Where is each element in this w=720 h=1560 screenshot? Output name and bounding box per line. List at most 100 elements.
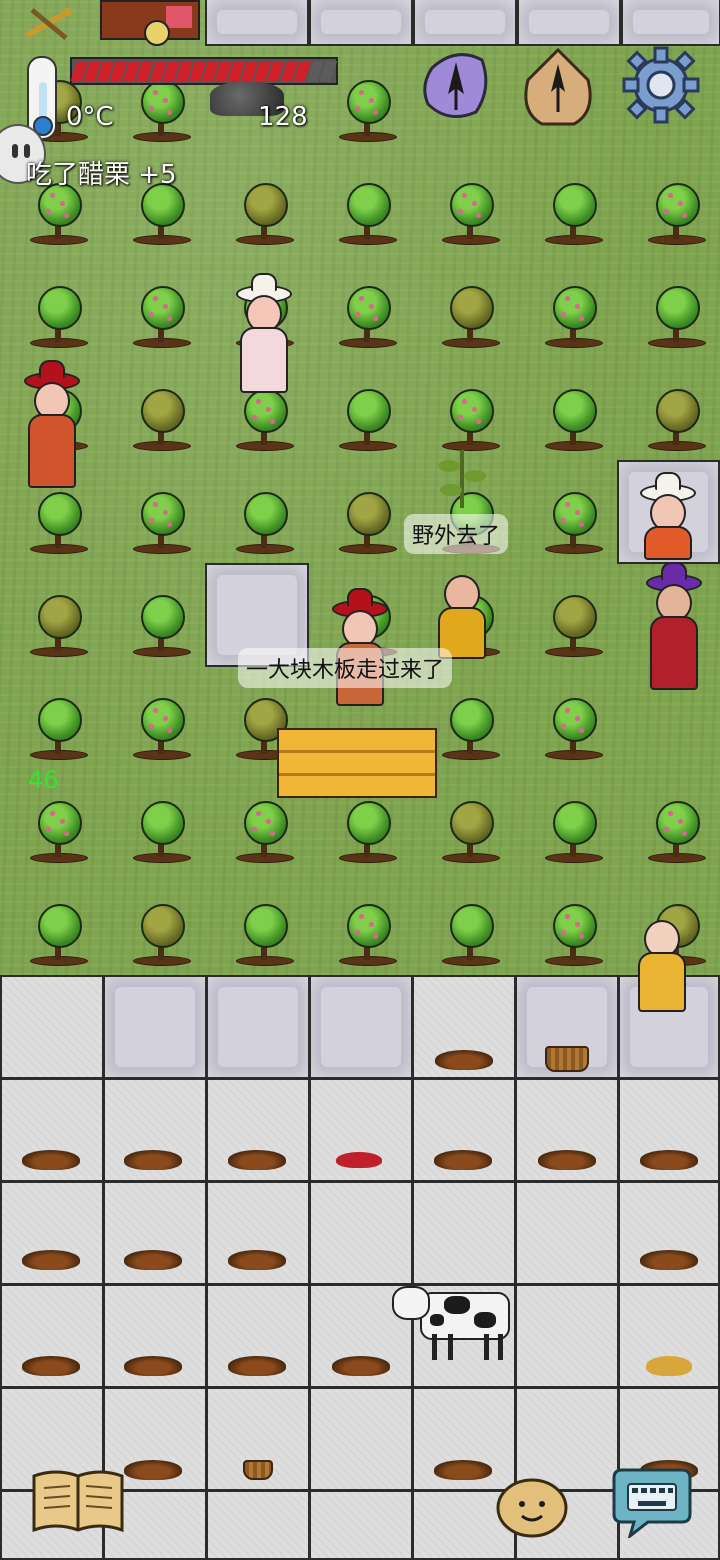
gooseberry-bush[interactable] (541, 183, 603, 253)
stone-floor-tile[interactable] (621, 0, 720, 46)
compost-pile[interactable] (640, 1250, 698, 1270)
keyboard-chat-icon[interactable] (608, 1468, 692, 1541)
gooseberry-bush[interactable] (129, 389, 191, 459)
basket[interactable] (243, 1460, 273, 1480)
gooseberry-bush[interactable] (26, 492, 88, 562)
compost-pile[interactable] (435, 1050, 493, 1070)
gooseberry-bush[interactable] (541, 904, 603, 974)
floor-tile[interactable] (515, 1181, 619, 1285)
gooseberry-bush[interactable] (26, 801, 88, 871)
villager-white-hat[interactable] (232, 273, 292, 395)
gooseberry-bush[interactable] (541, 389, 603, 459)
gooseberry-bush[interactable] (26, 595, 88, 665)
gooseberry-bush[interactable] (129, 286, 191, 356)
emote-face-icon[interactable] (494, 1474, 570, 1538)
floor-tile[interactable] (412, 1181, 516, 1285)
gooseberry-bush[interactable] (129, 492, 191, 562)
gooseberry-bush[interactable] (129, 183, 191, 253)
gooseberry-bush[interactable] (26, 286, 88, 356)
gooseberry-bush[interactable] (541, 698, 603, 768)
gooseberry-bush[interactable] (232, 801, 294, 871)
straw-hat[interactable] (646, 1356, 692, 1376)
compost-pile[interactable] (228, 1150, 286, 1170)
gooseberry-bush[interactable] (438, 698, 500, 768)
villager-purple-hat[interactable] (642, 562, 702, 704)
floor-tile[interactable] (515, 1284, 619, 1388)
gooseberry-bush[interactable] (438, 904, 500, 974)
compass-north-icon[interactable] (418, 48, 494, 124)
compost-pile[interactable] (124, 1250, 182, 1270)
villager-white-hat-2[interactable] (636, 472, 696, 564)
gooseberry-bush[interactable] (335, 801, 397, 871)
compost-pile[interactable] (640, 1150, 698, 1170)
floor-tile[interactable] (309, 1490, 413, 1560)
stone-floor-tile[interactable] (517, 0, 621, 46)
stone-floor-tile[interactable] (413, 0, 517, 46)
floor-tile[interactable] (206, 975, 310, 1079)
floor-tile[interactable] (309, 1387, 413, 1491)
gooseberry-bush[interactable] (644, 183, 706, 253)
game-world[interactable]: 野外去了 一大块木板走过来了 (0, 0, 720, 1560)
gooseberry-bush[interactable] (438, 286, 500, 356)
gooseberry-bush[interactable] (335, 389, 397, 459)
floor-tile[interactable] (103, 975, 207, 1079)
compost-pile[interactable] (124, 1460, 182, 1480)
gooseberry-bush[interactable] (129, 904, 191, 974)
compost-pile[interactable] (22, 1150, 80, 1170)
stone-floor-tile[interactable] (309, 0, 413, 46)
floor-tile[interactable] (309, 975, 413, 1079)
compost-pile[interactable] (228, 1250, 286, 1270)
gooseberry-bush[interactable] (438, 801, 500, 871)
crossed-tools-icon[interactable] (22, 6, 74, 42)
home-direction-icon[interactable] (518, 46, 598, 128)
gooseberry-bush[interactable] (541, 801, 603, 871)
gooseberry-bush[interactable] (541, 492, 603, 562)
compost-pile[interactable] (124, 1150, 182, 1170)
gooseberry-bush[interactable] (232, 904, 294, 974)
gooseberry-bush[interactable] (644, 286, 706, 356)
compost-pile[interactable] (434, 1460, 492, 1480)
gooseberry-bush[interactable] (438, 183, 500, 253)
red-berries-pile[interactable] (336, 1152, 382, 1168)
floor-tile[interactable] (206, 1490, 310, 1560)
gooseberry-bush[interactable] (644, 801, 706, 871)
gooseberry-bush[interactable] (26, 183, 88, 253)
recipe-book-icon[interactable] (30, 1466, 126, 1536)
gooseberry-bush[interactable] (129, 80, 191, 150)
gooseberry-bush[interactable] (335, 183, 397, 253)
compost-pile[interactable] (434, 1150, 492, 1170)
floor-tile[interactable] (0, 975, 104, 1079)
gooseberry-bush[interactable] (129, 801, 191, 871)
compost-pile[interactable] (124, 1356, 182, 1376)
gooseberry-bush[interactable] (335, 904, 397, 974)
gooseberry-bush[interactable] (26, 904, 88, 974)
floor-tile[interactable] (309, 1181, 413, 1285)
gooseberry-sprout[interactable] (430, 450, 496, 510)
wooden-board[interactable] (277, 728, 437, 798)
gooseberry-bush[interactable] (232, 183, 294, 253)
compost-pile[interactable] (22, 1250, 80, 1270)
stone-floor-tile[interactable] (205, 0, 309, 46)
gooseberry-bush[interactable] (129, 698, 191, 768)
compost-pile[interactable] (228, 1356, 286, 1376)
gooseberry-bush[interactable] (232, 492, 294, 562)
compost-pile[interactable] (332, 1356, 390, 1376)
gooseberry-bush[interactable] (438, 389, 500, 459)
gooseberry-bush[interactable] (232, 389, 294, 459)
compost-pile[interactable] (538, 1150, 596, 1170)
gooseberry-bush[interactable] (335, 80, 397, 150)
basket[interactable] (545, 1046, 589, 1072)
gooseberry-bush[interactable] (541, 595, 603, 665)
gooseberry-bush[interactable] (335, 286, 397, 356)
gooseberry-bush[interactable] (644, 389, 706, 459)
gooseberry-bush[interactable] (129, 595, 191, 665)
compost-pile[interactable] (22, 1356, 80, 1376)
cow[interactable] (392, 1284, 512, 1364)
gear-icon[interactable] (622, 46, 700, 124)
gooseberry-bush[interactable] (335, 492, 397, 562)
villager-child-basket[interactable] (630, 910, 690, 1030)
elder-villager[interactable] (430, 565, 490, 660)
villager-red-hat-basket[interactable] (20, 360, 80, 492)
handcart-icon[interactable] (100, 0, 210, 46)
gooseberry-bush[interactable] (541, 286, 603, 356)
